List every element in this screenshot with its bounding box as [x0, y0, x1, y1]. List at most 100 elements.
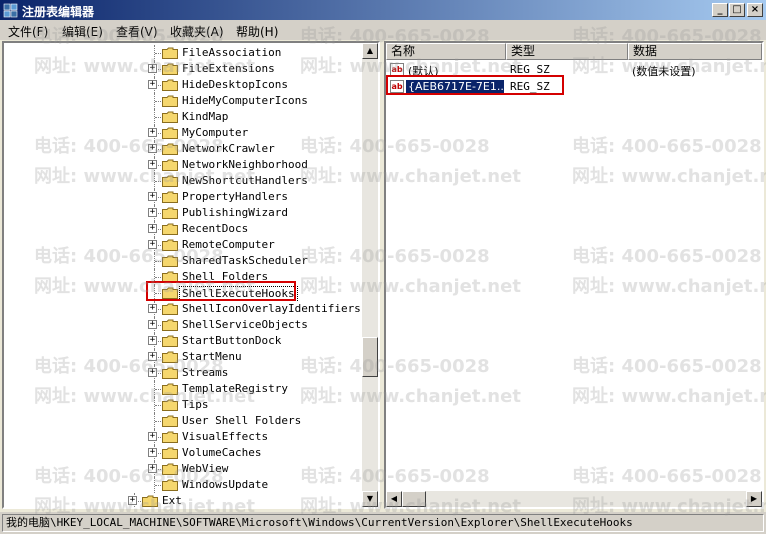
- expand-plus-icon[interactable]: +: [148, 224, 157, 233]
- folder-icon: [162, 143, 178, 155]
- expand-plus-icon[interactable]: +: [148, 80, 157, 89]
- tree-item[interactable]: WindowsUpdate: [4, 477, 364, 493]
- expand-plus-icon[interactable]: +: [148, 448, 157, 457]
- tree-item[interactable]: TemplateRegistry: [4, 381, 364, 397]
- window-title: 注册表编辑器: [22, 5, 95, 19]
- tree-item-label: RecentDocs: [182, 222, 249, 235]
- expand-plus-icon[interactable]: +: [148, 352, 157, 361]
- key-tree-pane[interactable]: FileAssociation + FileExtensions + HideDeskt…: [2, 41, 380, 509]
- column-header-data[interactable]: 数据: [628, 43, 762, 60]
- tree-item[interactable]: + ShellIconOverlayIdentifiers: [4, 301, 364, 317]
- tree-item-label: WebView: [182, 462, 229, 475]
- tree-item-label: Streams: [182, 366, 229, 379]
- tree-item-label: NetworkCrawler: [182, 142, 275, 155]
- tree-item-label: HideMyComputerIcons: [182, 94, 308, 107]
- folder-icon: [162, 399, 178, 411]
- tree-item[interactable]: + MyComputer: [4, 125, 364, 141]
- tree-item[interactable]: + NetworkCrawler: [4, 141, 364, 157]
- tree-item[interactable]: + PublishingWizard: [4, 205, 364, 221]
- title-bar[interactable]: 注册表编辑器 _ □ ×: [0, 0, 766, 20]
- tree-item[interactable]: + NetworkNeighborhood: [4, 157, 364, 173]
- menu-favorites[interactable]: 收藏夹(A): [170, 23, 224, 40]
- folder-icon: [162, 447, 178, 459]
- tree-item[interactable]: KindMap: [4, 109, 364, 125]
- expand-plus-icon[interactable]: +: [148, 160, 157, 169]
- expand-plus-icon[interactable]: +: [148, 144, 157, 153]
- expand-plus-icon[interactable]: +: [148, 128, 157, 137]
- tree-item-label: PropertyHandlers: [182, 190, 288, 203]
- tree-item[interactable]: FileAssociation: [4, 45, 364, 61]
- folder-icon: [162, 79, 178, 91]
- tree-item[interactable]: + StartMenu: [4, 349, 364, 365]
- tree-line: [155, 101, 161, 102]
- expand-plus-icon[interactable]: +: [148, 208, 157, 217]
- expand-plus-icon[interactable]: +: [148, 464, 157, 473]
- menu-edit[interactable]: 编辑(E): [62, 23, 103, 40]
- expand-plus-icon[interactable]: +: [148, 368, 157, 377]
- tree-item-label: KindMap: [182, 110, 229, 123]
- folder-icon: [162, 159, 178, 171]
- tree-item[interactable]: + Streams: [4, 365, 364, 381]
- menu-view[interactable]: 查看(V): [116, 23, 158, 40]
- folder-icon: [142, 495, 158, 507]
- tree-item[interactable]: User Shell Folders: [4, 413, 364, 429]
- close-button[interactable]: ×: [747, 3, 763, 17]
- column-header-type[interactable]: 类型: [506, 43, 628, 60]
- tree-item[interactable]: NewShortcutHandlers: [4, 173, 364, 189]
- registry-editor-icon: [3, 3, 18, 18]
- tree-item-label: FileExtensions: [182, 62, 275, 75]
- list-horizontal-scrollbar[interactable]: ◀ ▶: [386, 491, 762, 507]
- column-header-name[interactable]: 名称: [386, 43, 506, 60]
- expand-plus-icon[interactable]: +: [148, 192, 157, 201]
- tree-line: [155, 53, 161, 54]
- tree-item-label: User Shell Folders: [182, 414, 302, 427]
- scroll-down-arrow-icon[interactable]: ▼: [362, 491, 378, 507]
- scroll-thumb[interactable]: [362, 337, 378, 377]
- tree-item[interactable]: HideMyComputerIcons: [4, 93, 364, 109]
- tree-item[interactable]: SharedTaskScheduler: [4, 253, 364, 269]
- folder-icon: [162, 303, 178, 315]
- expand-plus-icon[interactable]: +: [148, 240, 157, 249]
- folder-icon: [162, 351, 178, 363]
- tree-item[interactable]: + HideDesktopIcons: [4, 77, 364, 93]
- folder-icon: [162, 335, 178, 347]
- expand-plus-icon[interactable]: +: [148, 304, 157, 313]
- scroll-up-arrow-icon[interactable]: ▲: [362, 43, 378, 59]
- tree-item[interactable]: + RecentDocs: [4, 221, 364, 237]
- tree-item-label: HideDesktopIcons: [182, 78, 288, 91]
- folder-icon: [162, 415, 178, 427]
- menu-file[interactable]: 文件(F): [8, 23, 48, 40]
- h-scroll-thumb[interactable]: [402, 491, 426, 507]
- tree-item-label: ShellServiceObjects: [182, 318, 308, 331]
- tree-item-label: NewShortcutHandlers: [182, 174, 308, 187]
- tree-item[interactable]: + Ext: [4, 493, 364, 507]
- scroll-left-arrow-icon[interactable]: ◀: [386, 491, 402, 507]
- tree-item[interactable]: + VolumeCaches: [4, 445, 364, 461]
- tree-vertical-scrollbar[interactable]: ▲ ▼: [362, 43, 378, 507]
- expand-plus-icon[interactable]: +: [148, 64, 157, 73]
- menu-help[interactable]: 帮助(H): [236, 23, 278, 40]
- tree-item-label: SharedTaskScheduler: [182, 254, 308, 267]
- tree-item[interactable]: + PropertyHandlers: [4, 189, 364, 205]
- expand-plus-icon[interactable]: +: [128, 496, 137, 505]
- folder-icon: [162, 463, 178, 475]
- folder-icon: [162, 255, 178, 267]
- tree-item[interactable]: + WebView: [4, 461, 364, 477]
- tree-item[interactable]: + RemoteComputer: [4, 237, 364, 253]
- tree-item[interactable]: + FileExtensions: [4, 61, 364, 77]
- maximize-button[interactable]: □: [729, 3, 745, 17]
- expand-plus-icon[interactable]: +: [148, 320, 157, 329]
- tree-item[interactable]: + StartButtonDock: [4, 333, 364, 349]
- expand-plus-icon[interactable]: +: [148, 432, 157, 441]
- folder-icon: [162, 95, 178, 107]
- tree-item[interactable]: + VisualEffects: [4, 429, 364, 445]
- tree-item[interactable]: Tips: [4, 397, 364, 413]
- tree-item-label: Ext: [162, 494, 182, 507]
- scroll-right-arrow-icon[interactable]: ▶: [746, 491, 762, 507]
- minimize-button[interactable]: _: [712, 3, 728, 17]
- expand-plus-icon[interactable]: +: [148, 336, 157, 345]
- values-list-pane[interactable]: 名称 类型 数据 ab (默认) REG_SZ (数值未设置) ab {AEB6717E-…: [384, 41, 764, 509]
- tree-item[interactable]: + ShellServiceObjects: [4, 317, 364, 333]
- tree-item-label: StartButtonDock: [182, 334, 282, 347]
- folder-icon: [162, 47, 178, 59]
